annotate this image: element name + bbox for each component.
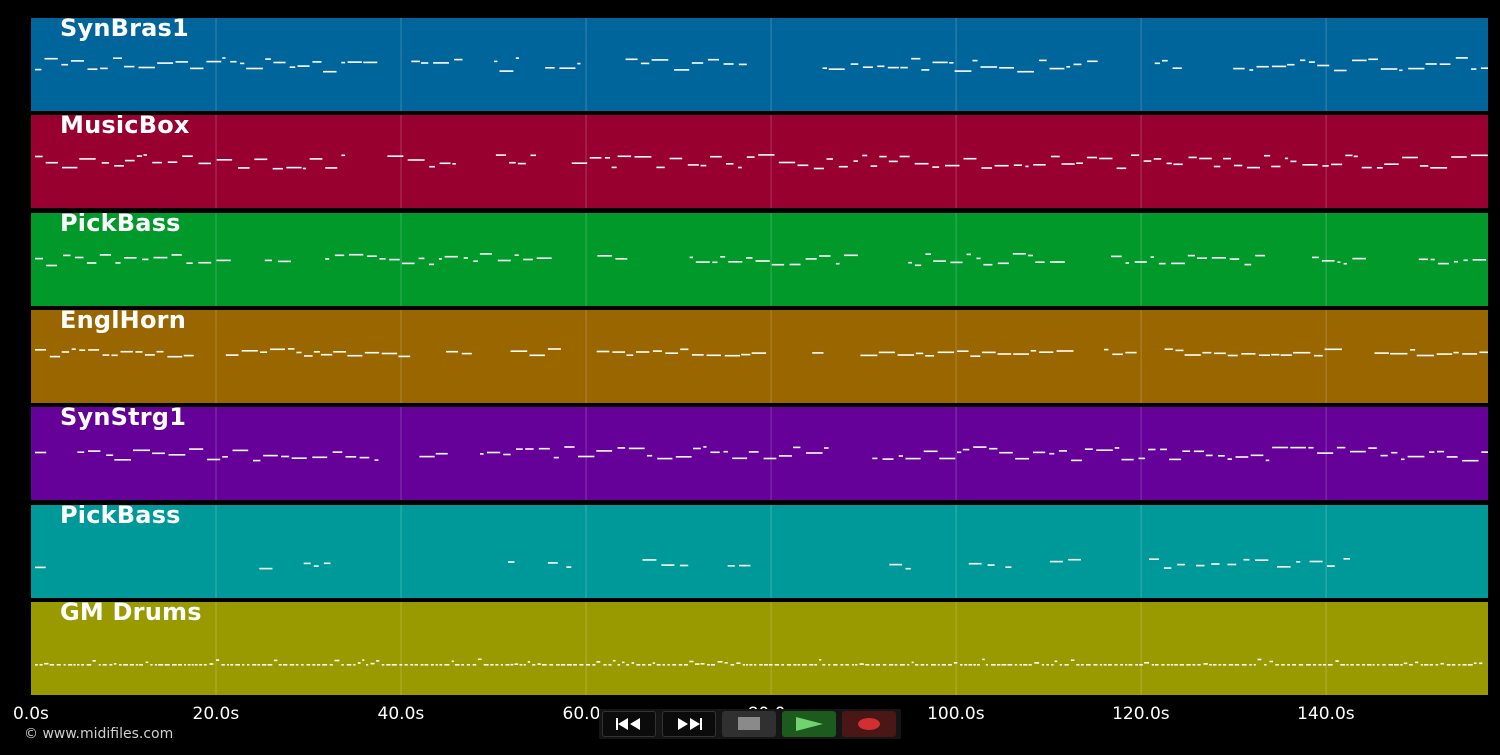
stop-icon xyxy=(738,717,760,730)
track-name: SynBras1 xyxy=(60,18,189,42)
piano-roll-tracks: SynBras1 MusicBox PickBass EnglHorn SynStrg1… xyxy=(0,0,1500,700)
track-name: EnglHorn xyxy=(60,309,186,334)
time-tick-label: 120.0s xyxy=(1112,704,1170,724)
fast-forward-button[interactable] xyxy=(662,711,716,737)
record-icon xyxy=(858,718,880,730)
note-marks xyxy=(35,658,1483,666)
note-marks xyxy=(35,154,1488,170)
track-name: PickBass xyxy=(60,504,181,529)
play-icon xyxy=(796,717,823,731)
time-tick-label: 140.0s xyxy=(1297,704,1355,724)
copyright-notice: © www.midifiles.com xyxy=(24,726,174,742)
track-name: PickBass xyxy=(60,212,181,237)
note-marks xyxy=(35,57,1488,73)
rewind-icon xyxy=(616,718,640,730)
note-roll xyxy=(35,115,1488,209)
note-roll xyxy=(35,309,1488,403)
play-button[interactable] xyxy=(782,711,836,737)
stop-button[interactable] xyxy=(722,711,776,737)
track-lane[interactable]: PickBass xyxy=(31,504,1488,598)
track-lane[interactable]: SynStrg1 xyxy=(31,407,1488,501)
fast-forward-icon xyxy=(678,718,702,730)
note-marks xyxy=(35,347,1488,358)
track-lane[interactable]: EnglHorn xyxy=(31,309,1488,403)
note-marks xyxy=(35,252,1487,266)
time-tick-label: 0.0s xyxy=(13,704,49,724)
time-tick-label: 40.0s xyxy=(377,704,425,724)
track-lane[interactable]: PickBass xyxy=(31,212,1488,306)
note-roll xyxy=(35,407,1488,501)
note-marks xyxy=(35,446,1488,462)
note-roll xyxy=(35,601,1483,695)
record-button[interactable] xyxy=(842,711,896,737)
note-roll xyxy=(35,212,1487,306)
track-name: GM Drums xyxy=(60,601,202,626)
note-marks xyxy=(35,557,1350,569)
rewind-button[interactable] xyxy=(602,711,656,737)
time-tick-label: 20.0s xyxy=(192,704,240,724)
track-lane[interactable]: SynBras1 xyxy=(31,18,1488,111)
transport-controls xyxy=(599,709,901,739)
track-name: SynStrg1 xyxy=(60,407,187,432)
track-name: MusicBox xyxy=(60,115,190,140)
track-lane[interactable]: MusicBox xyxy=(31,115,1488,209)
note-roll xyxy=(35,504,1350,598)
time-tick-label: 100.0s xyxy=(927,704,985,724)
track-lane[interactable]: GM Drums xyxy=(31,601,1488,695)
note-roll xyxy=(35,18,1488,111)
